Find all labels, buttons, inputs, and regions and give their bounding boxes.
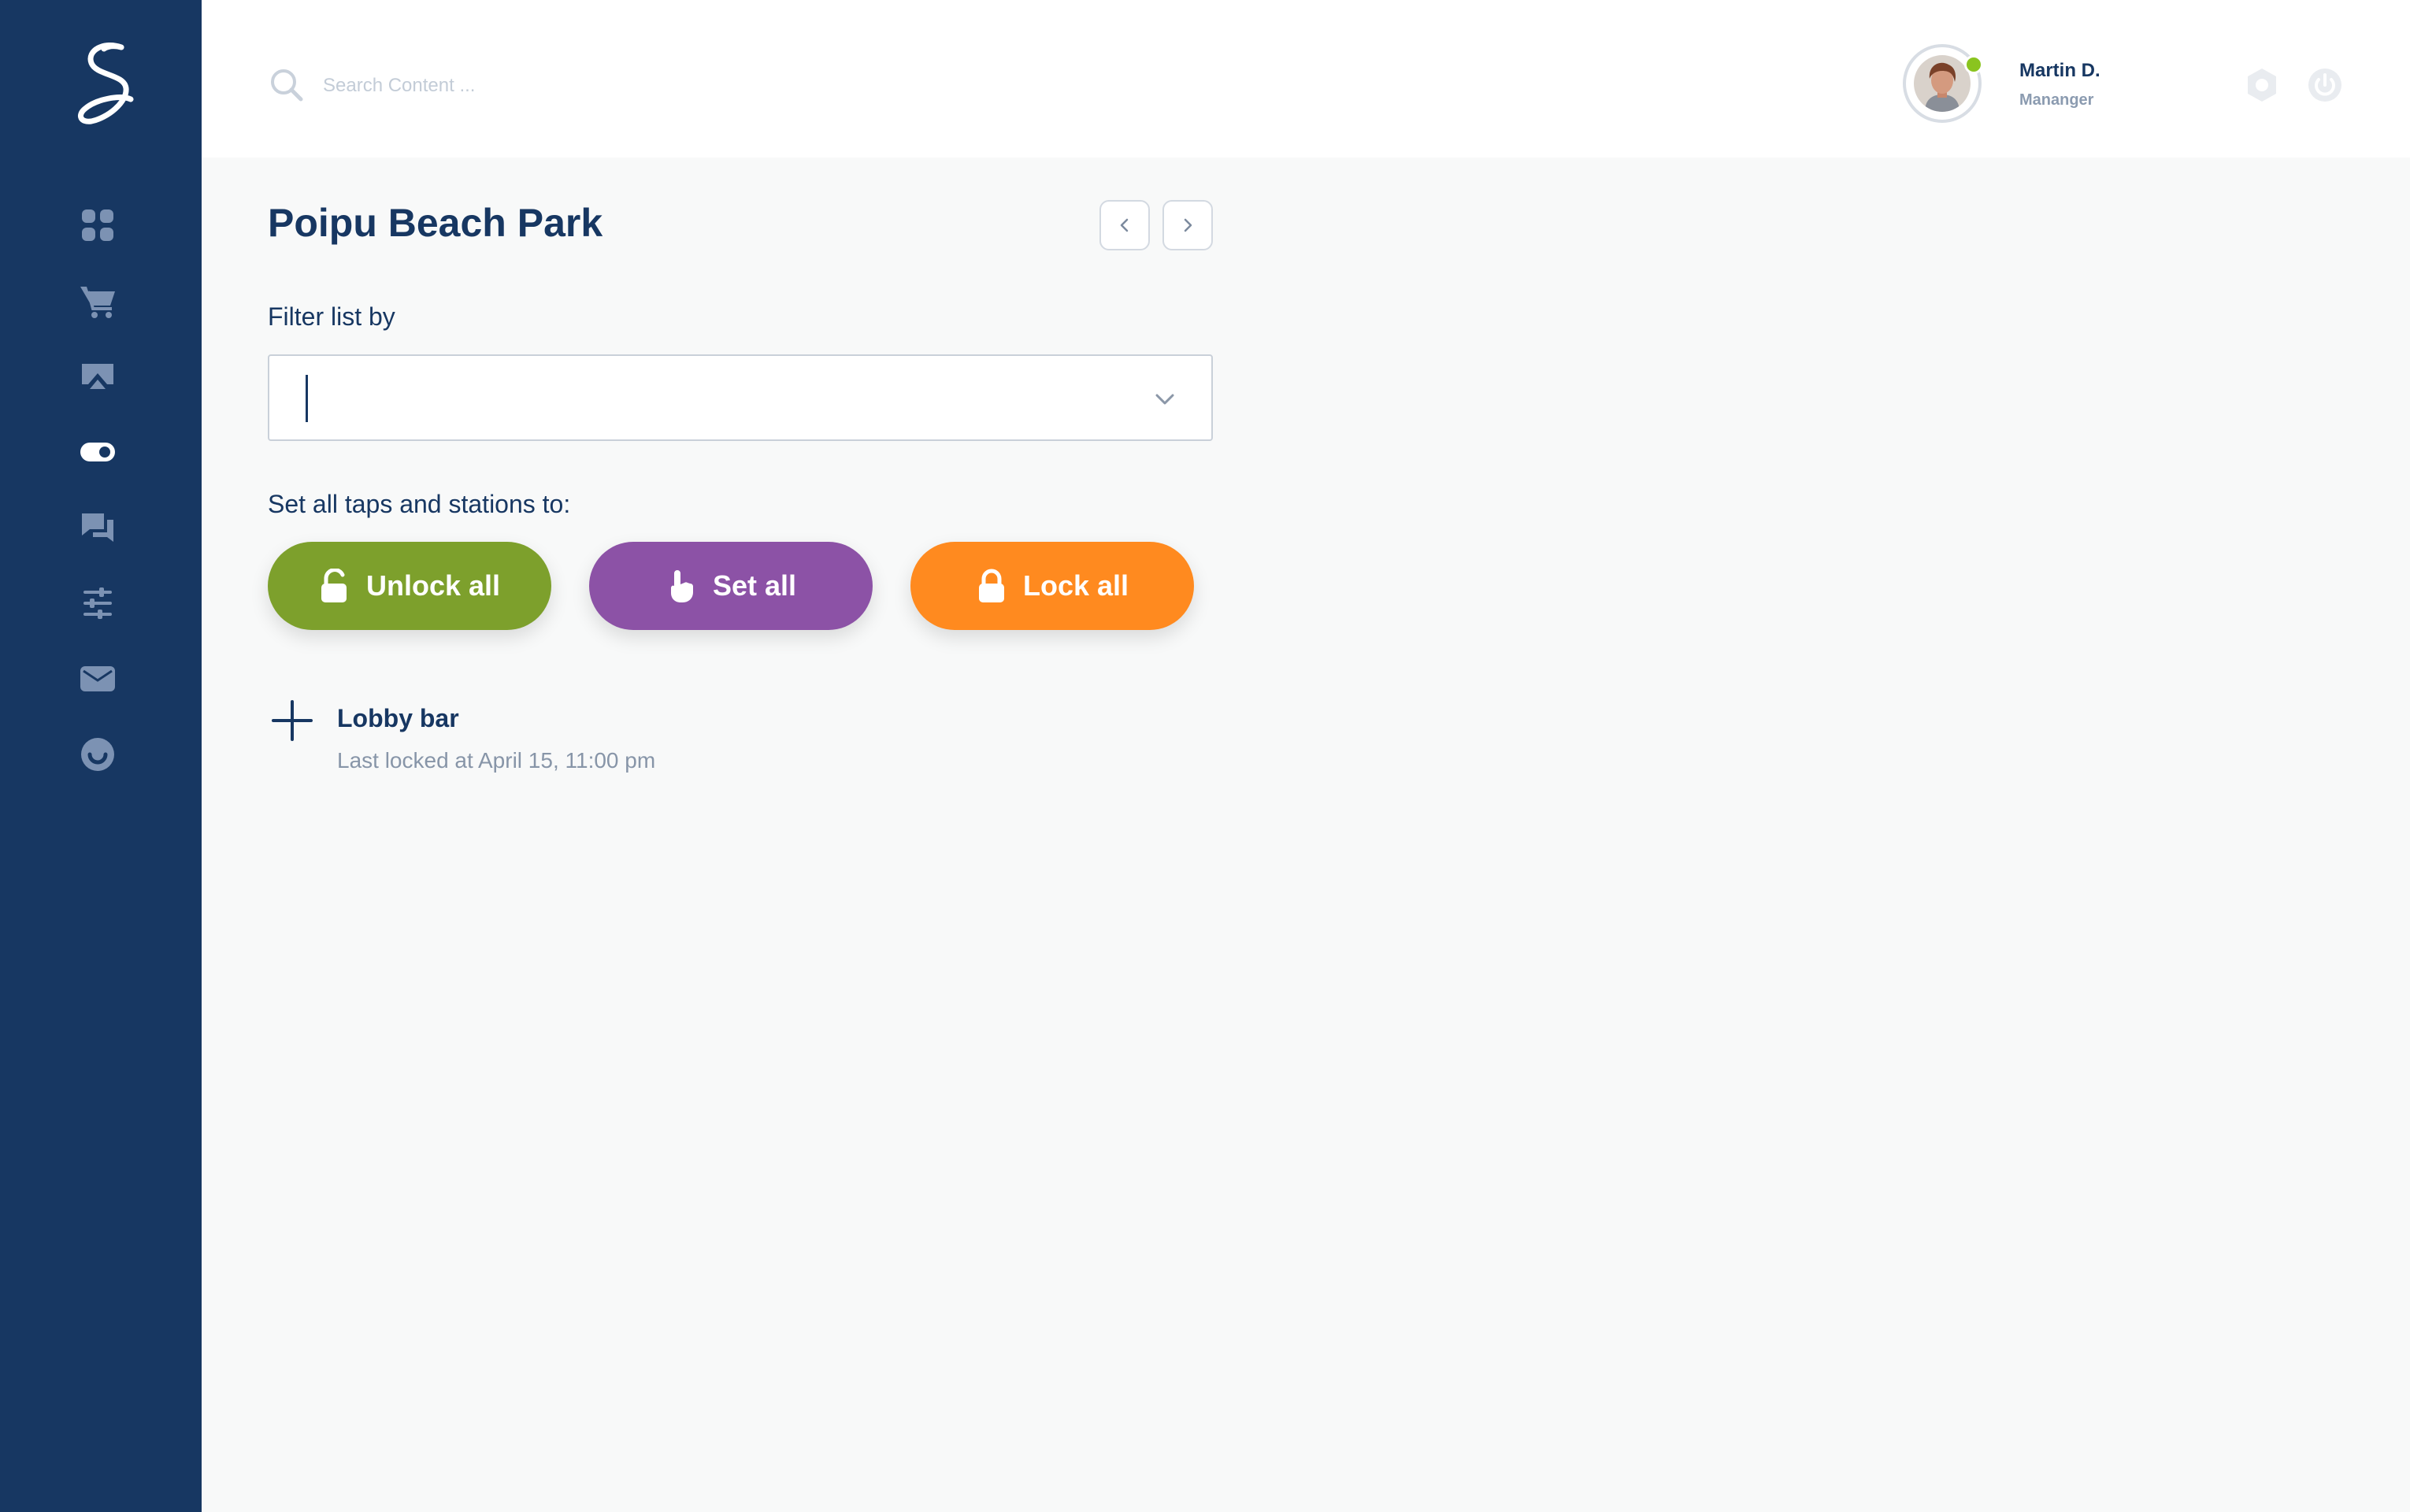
smiley-icon (81, 738, 114, 771)
search-icon[interactable] (268, 66, 306, 104)
page-title: Poipu Beach Park (268, 201, 603, 245)
set-all-button[interactable]: Set all (589, 542, 873, 630)
chevron-down-icon (1155, 394, 1174, 405)
nav-dashboard[interactable] (69, 197, 126, 254)
mail-icon (80, 666, 115, 691)
user-name: Martin D. (2019, 60, 2100, 81)
lock-icon (978, 569, 1004, 602)
power-button[interactable] (2306, 66, 2344, 104)
location-name[interactable]: Lobby bar (337, 704, 459, 733)
nav-mail[interactable] (69, 650, 126, 707)
user-photo (1914, 55, 1971, 112)
settings-button[interactable] (2243, 66, 2281, 104)
chevron-right-icon (1184, 218, 1192, 232)
location-status: Last locked at April 15, 11:00 pm (337, 748, 656, 773)
text-caret (306, 375, 308, 422)
sliders-icon (83, 587, 112, 619)
chat-icon (82, 513, 113, 542)
nav-chat[interactable] (69, 499, 126, 556)
screen-cast-icon (82, 364, 113, 389)
filter-select[interactable] (268, 354, 1213, 441)
unlock-all-button[interactable]: Unlock all (268, 542, 551, 630)
chevron-left-icon (1120, 218, 1129, 232)
unlock-icon (321, 569, 347, 602)
nav-toggle[interactable] (69, 424, 126, 480)
set-all-label: Set all (712, 569, 797, 602)
dashboard-grid-icon (82, 209, 113, 241)
expand-plus-icon[interactable] (271, 699, 313, 742)
toggle-icon (80, 443, 115, 461)
nav-sliders[interactable] (69, 575, 126, 632)
nav-feedback[interactable] (69, 726, 126, 783)
lock-all-label: Lock all (1022, 569, 1129, 602)
online-status-dot (1964, 55, 1983, 74)
hand-pointer-icon (670, 570, 693, 602)
nav-cart[interactable] (69, 272, 126, 329)
sidebar (0, 0, 202, 1512)
lock-all-button[interactable]: Lock all (910, 542, 1194, 630)
logo[interactable] (72, 39, 140, 131)
nav-screen[interactable] (69, 348, 126, 405)
next-button[interactable] (1162, 200, 1213, 250)
cart-icon (80, 287, 115, 318)
filter-label: Filter list by (268, 302, 395, 331)
previous-button[interactable] (1099, 200, 1150, 250)
search-input[interactable] (321, 65, 718, 107)
unlock-all-label: Unlock all (365, 569, 501, 602)
settings-icon (2248, 69, 2276, 102)
user-role: Mananger (2019, 91, 2094, 109)
power-icon (2308, 69, 2341, 102)
set-all-label: Set all taps and stations to: (268, 490, 571, 518)
